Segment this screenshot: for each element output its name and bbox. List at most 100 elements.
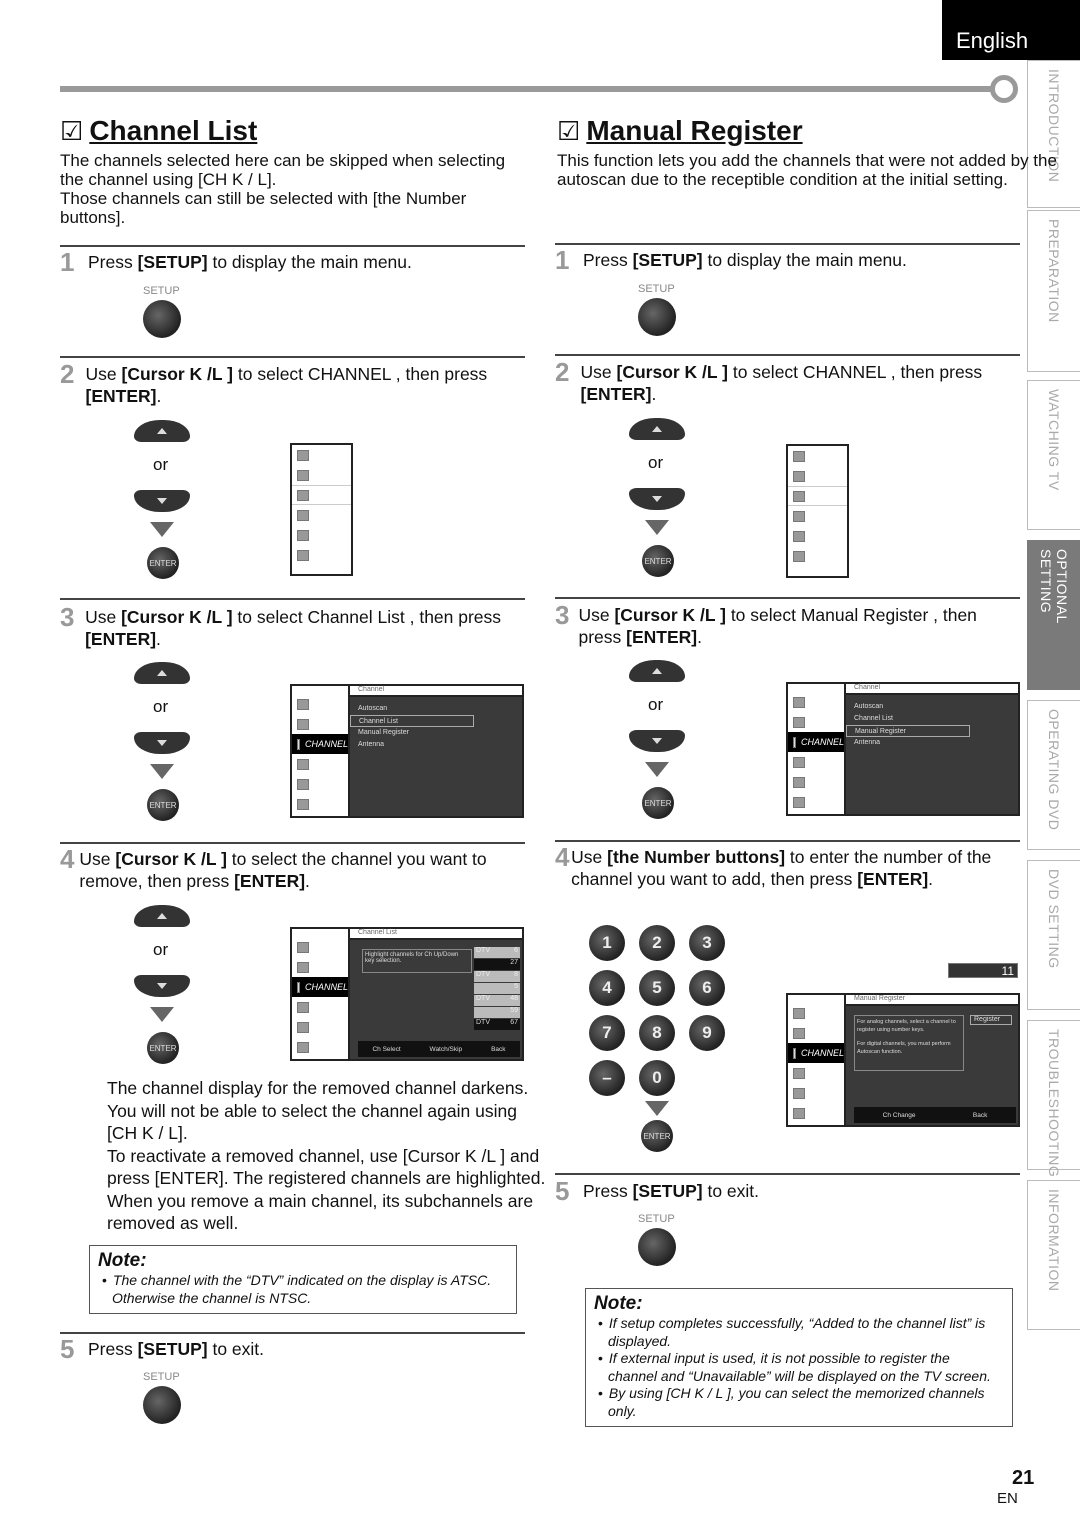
osd-channel-row[interactable]: DTV 67 [474,1019,520,1030]
cursor-up-button[interactable] [134,662,190,684]
side-tab[interactable]: OPERATING DVD [1027,700,1080,850]
picture-icon [788,1003,844,1023]
arrow-down-icon [157,983,167,989]
setup-button[interactable] [143,1386,181,1424]
setup-label: SETUP [143,285,180,297]
osd-channel-column: DTV 6 27 DTV 8 5 DTV 48 59 DTV 67 [474,947,520,1031]
channel-icon: CHANNEL [292,734,348,754]
sound-icon [788,1023,844,1043]
checkbox-icon: ☑ [557,115,581,146]
enter-button[interactable]: ENTER [147,789,179,821]
cursor-up-button[interactable] [629,660,685,682]
arrow-down-icon [652,738,662,744]
osd-channel-menu: CHANNEL Channel Autoscan Channel List Ma… [786,682,1020,816]
osd-option[interactable]: Manual Register [350,727,522,739]
sound-icon [788,466,847,486]
osd-channel-row[interactable]: 59 [474,1007,520,1018]
manual-register-intro: This function lets you add the channels … [557,151,1057,189]
enter-button[interactable]: ENTER [147,1032,179,1064]
language-icon [292,525,351,545]
osd-option[interactable]: Channel List [350,715,474,727]
dvd-icon [788,792,844,812]
side-tab[interactable]: TROUBLESHOOTING [1027,1020,1080,1177]
sound-icon [788,712,844,732]
enter-button[interactable]: ENTER [641,1120,673,1152]
enter-button[interactable]: ENTER [642,545,674,577]
osd-option[interactable]: Manual Register [846,725,970,737]
number-button[interactable]: 9 [689,1015,725,1051]
sound-icon [292,465,351,485]
detailed-icon [788,506,847,526]
language-tab: English [942,0,1080,60]
enter-button[interactable]: ENTER [147,547,179,579]
sound-icon [292,957,348,977]
osd-channel-row[interactable]: DTV 8 [474,971,520,982]
channel-number-display: 11 [948,963,1018,978]
setup-button[interactable] [638,298,676,336]
enter-button[interactable]: ENTER [642,787,674,819]
page-language: EN [997,1490,1018,1507]
number-button[interactable]: 8 [639,1015,675,1051]
osd-option[interactable]: Antenna [846,737,1018,749]
cl-step-3: 3 Use [Cursor K /L ] to select Channel L… [60,602,502,649]
number-button[interactable]: – [589,1060,625,1096]
osd-channel-menu: CHANNEL Channel Autoscan Channel List Ma… [290,684,524,818]
detailed-icon [292,505,351,525]
detailed-icon [788,1063,844,1083]
cursor-down-button[interactable] [134,490,190,512]
cursor-down-button[interactable] [629,730,685,752]
osd-option[interactable]: Channel List [846,713,1018,725]
cursor-down-button[interactable] [134,975,190,997]
number-button[interactable]: 5 [639,970,675,1006]
dvd-icon [788,546,847,566]
osd-option[interactable]: Antenna [350,739,522,751]
number-button[interactable]: 3 [689,925,725,961]
mr-step-2: 2 Use [Cursor K /L ] to select CHANNEL ,… [555,357,983,404]
number-button[interactable]: 7 [589,1015,625,1051]
cursor-down-button[interactable] [629,488,685,510]
register-button[interactable]: Register [970,1015,1012,1025]
language-icon [788,526,847,546]
osd-option[interactable]: Autoscan [350,703,522,715]
language-icon [788,1083,844,1103]
mr-step-5: 5 Press [SETUP] to exit. [555,1176,760,1206]
sound-icon [292,714,348,734]
osd-manual-register: CHANNEL Manual Register For analog chann… [786,993,1020,1127]
number-button[interactable]: 6 [689,970,725,1006]
header-ring-ornament [990,75,1018,103]
number-button[interactable]: 4 [589,970,625,1006]
setup-button[interactable] [143,300,181,338]
cursor-up-button[interactable] [134,905,190,927]
setup-label: SETUP [638,283,675,295]
side-tab[interactable]: INFORMATION [1027,1180,1080,1330]
osd-channel-row[interactable]: 27 [474,959,520,970]
number-button[interactable]: 1 [589,925,625,961]
side-tab[interactable]: DVD SETTING [1027,860,1080,1010]
step-divider [60,1332,525,1334]
channel-icon: CHANNEL [788,732,844,752]
mr-step-1: 1 Press [SETUP] to display the main menu… [555,245,907,275]
picture-icon [788,692,844,712]
osd-option[interactable]: Autoscan [846,701,1018,713]
side-tab[interactable]: WATCHING TV [1027,380,1080,530]
setup-button[interactable] [638,1228,676,1266]
number-button[interactable]: 0 [639,1060,675,1096]
picture-icon [292,937,348,957]
cursor-down-button[interactable] [134,732,190,754]
cursor-up-button[interactable] [629,418,685,440]
number-button[interactable]: 2 [639,925,675,961]
cl-step-2: 2 Use [Cursor K /L ] to select CHANNEL ,… [60,359,488,406]
or-label: or [153,697,169,716]
arrow-down-icon [157,740,167,746]
arrow-down-icon [150,764,174,779]
osd-channel-row[interactable]: DTV 6 [474,947,520,958]
cursor-up-button[interactable] [134,420,190,442]
osd-channel-row[interactable]: 5 [474,983,520,994]
step-divider [60,245,525,247]
side-tab[interactable]: PREPARATION [1027,210,1080,372]
osd-channel-row[interactable]: DTV 48 [474,995,520,1006]
arrow-down-icon [645,762,669,777]
or-label: or [648,695,664,714]
side-tab[interactable]: OPTIONAL SETTING [1027,540,1080,690]
arrow-down-icon [645,520,669,535]
